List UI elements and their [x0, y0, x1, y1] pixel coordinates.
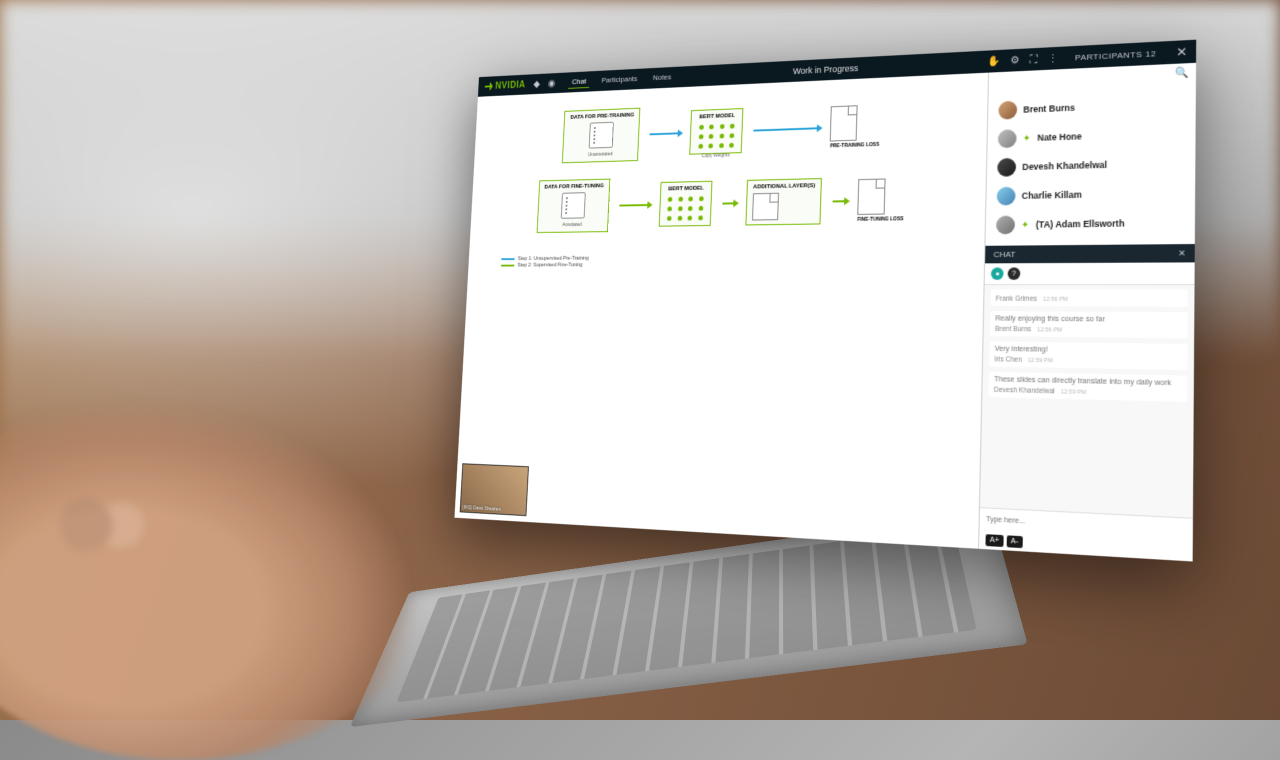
arrow-icon — [754, 127, 819, 131]
status-badge-icon: ✦ — [1021, 220, 1030, 228]
avatar — [998, 129, 1017, 148]
finetuning-row: DATA FOR FINE-TUNING Annotated BERT MODE… — [536, 171, 905, 233]
chat-filter-help-icon[interactable]: ? — [1008, 267, 1021, 280]
brand-text: NVIDIA — [495, 80, 526, 91]
chat-header: CHAT ✕ — [985, 244, 1195, 263]
avatar — [997, 158, 1016, 177]
document-stack-icon — [589, 122, 614, 149]
fullscreen-icon[interactable]: ⛶ — [1030, 54, 1037, 66]
finetune-data-block: DATA FOR FINE-TUNING Annotated — [536, 179, 610, 233]
tab-notes[interactable]: Notes — [649, 71, 675, 85]
arrow-icon — [833, 200, 847, 202]
document-stack-icon — [561, 192, 586, 218]
pretraining-row: DATA FOR PRE-TRAINING Unannotated BERT M… — [562, 97, 880, 163]
brand-logo: NVIDIA — [485, 80, 526, 92]
more-icon[interactable]: ⋮ — [1047, 52, 1058, 64]
pretrain-loss-block: PRE-TRAINING LOSS — [830, 104, 881, 149]
participants-label: PARTICIPANTS 12 — [1075, 49, 1156, 62]
presenter-name: (INS) Dana Sheahen — [462, 505, 501, 513]
legend-swatch-blue — [501, 258, 514, 259]
avatar — [998, 101, 1017, 120]
copy-weights-label: Copy Weights — [701, 152, 729, 159]
neural-net-icon — [665, 194, 705, 221]
arrow-icon — [722, 202, 735, 204]
legend-swatch-green — [501, 265, 514, 266]
layers-icon — [752, 193, 779, 221]
presenter-video-thumbnail[interactable]: (INS) Dana Sheahen — [460, 463, 529, 516]
chat-message: Very interesting! Iris Chen 12:59 PM — [989, 341, 1187, 370]
chat-message: Frank Grimes 12:56 PM — [990, 289, 1187, 307]
diagram-legend: Step 1: Unsupervised Pre-Training Step 2… — [501, 255, 589, 269]
pretrain-data-block: DATA FOR PRE-TRAINING Unannotated — [562, 108, 640, 164]
sidebar: 🔍 Brent Burns ✦ Nate Hone Devesh Khandel… — [978, 63, 1196, 562]
close-icon[interactable]: ✕ — [1176, 44, 1187, 59]
participants-list: Brent Burns ✦ Nate Hone Devesh Khandelwa… — [985, 82, 1195, 246]
tab-participants[interactable]: Participants — [598, 72, 641, 87]
bert-model-block-2: BERT MODEL — [659, 181, 713, 227]
arrow-icon — [650, 132, 680, 135]
status-badge-icon: ✦ — [1023, 134, 1031, 142]
additional-layers-block: ADDITIONAL LAYER(S) — [745, 178, 822, 225]
chat-messages: Frank Grimes 12:56 PM Really enjoying th… — [980, 285, 1195, 518]
app-window: NVIDIA ◆ ◉ Chat Participants Notes Work … — [454, 40, 1196, 562]
bert-model-block-1: BERT MODEL Copy Weights — [690, 108, 744, 155]
avatar — [996, 216, 1015, 235]
raise-hand-icon[interactable]: ✋ — [987, 55, 1000, 67]
neural-net-icon — [696, 122, 737, 150]
gear-icon[interactable]: ⚙ — [1010, 54, 1019, 66]
nvidia-icon — [485, 82, 494, 91]
body: DATA FOR PRE-TRAINING Unannotated BERT M… — [454, 63, 1196, 562]
chat-close-icon[interactable]: ✕ — [1178, 248, 1186, 258]
participant-row[interactable]: ✦ (TA) Adam Ellsworth — [986, 207, 1195, 239]
finetune-loss-block: FINE-TUNING LOSS — [857, 178, 905, 223]
chat-filter-all-icon[interactable]: ● — [991, 267, 1004, 279]
chat-message: These slides can directly translate into… — [989, 372, 1188, 402]
search-icon: 🔍 — [1175, 67, 1189, 79]
chat-message: Really enjoying this course so far Brent… — [990, 311, 1188, 338]
participant-row[interactable]: Charlie Killam — [986, 177, 1195, 210]
chat-filter-row: ● ? — [985, 262, 1195, 285]
document-icon — [830, 105, 858, 141]
font-increase-button[interactable]: A+ — [985, 534, 1003, 547]
avatar — [997, 187, 1016, 206]
slide-area: DATA FOR PRE-TRAINING Unannotated BERT M… — [454, 73, 988, 549]
bert-diagram: DATA FOR PRE-TRAINING Unannotated BERT M… — [476, 93, 977, 269]
user-icon[interactable]: ◆ — [533, 79, 540, 89]
arrow-icon — [619, 204, 649, 206]
tab-chat[interactable]: Chat — [568, 75, 590, 89]
presenter-icon[interactable]: ◉ — [548, 78, 556, 88]
font-decrease-button[interactable]: A- — [1006, 535, 1022, 548]
topbar-tabs: Chat Participants Notes — [568, 71, 675, 89]
document-icon — [857, 178, 885, 214]
participant-row[interactable]: Devesh Khandelwal — [987, 148, 1196, 183]
